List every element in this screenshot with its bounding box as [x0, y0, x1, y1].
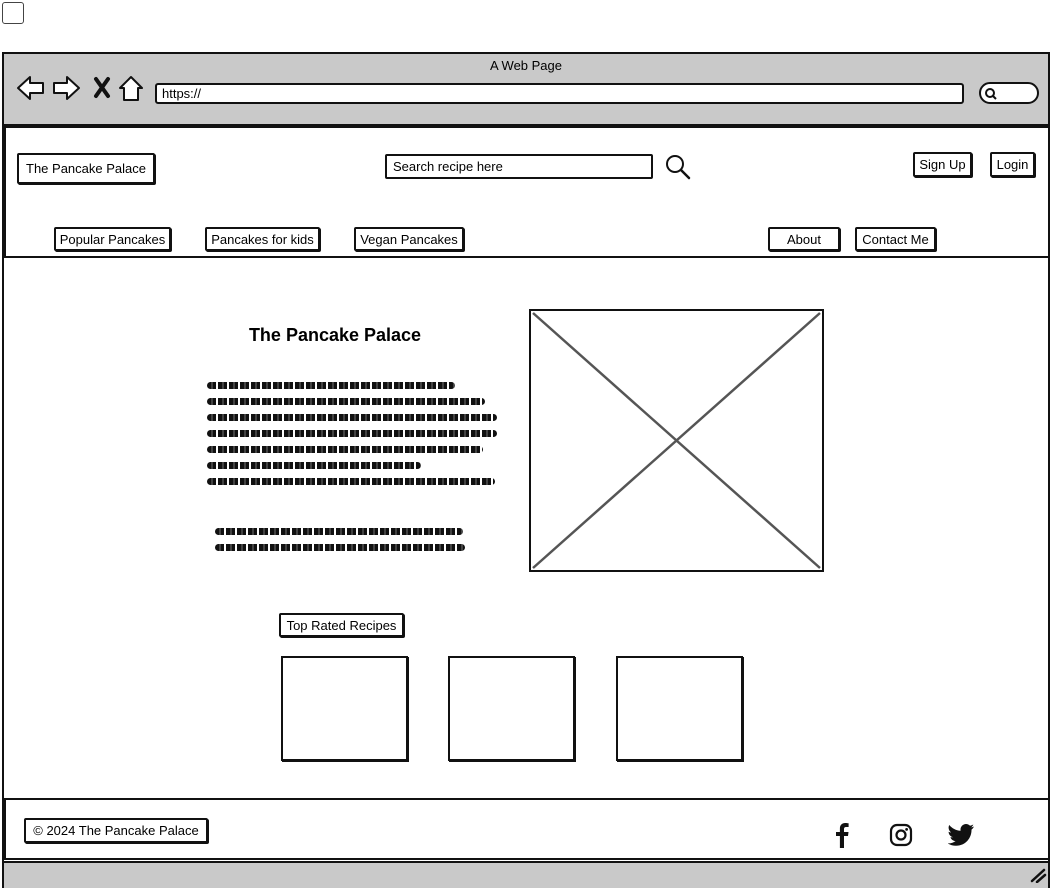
stop-icon[interactable] — [94, 77, 110, 98]
window-title: A Web Page — [489, 58, 563, 73]
corner-checkbox[interactable] — [2, 2, 24, 24]
home-icon[interactable] — [119, 76, 143, 101]
back-icon[interactable] — [17, 76, 44, 100]
url-bar[interactable]: https:// — [155, 83, 964, 104]
browser-search-field[interactable] — [979, 82, 1039, 104]
site-logo[interactable]: The Pancake Palace — [17, 153, 155, 184]
nav-vegan-pancakes[interactable]: Vegan Pancakes — [354, 227, 464, 251]
browser-status-bar — [4, 861, 1048, 888]
recipe-card[interactable] — [281, 656, 408, 761]
nav-popular-pancakes[interactable]: Popular Pancakes — [54, 227, 171, 251]
forward-icon[interactable] — [53, 76, 80, 100]
nav-about[interactable]: About — [768, 227, 840, 251]
recipe-card[interactable] — [616, 656, 743, 761]
recipe-search-input[interactable]: Search recipe here — [385, 154, 653, 179]
resize-grip-icon[interactable] — [1029, 867, 1047, 883]
nav-pancakes-for-kids[interactable]: Pancakes for kids — [205, 227, 320, 251]
hero-image-placeholder — [529, 309, 824, 572]
twitter-icon[interactable] — [948, 823, 976, 847]
login-button[interactable]: Login — [990, 152, 1035, 177]
facebook-icon[interactable] — [832, 821, 852, 849]
nav-contact-me[interactable]: Contact Me — [855, 227, 936, 251]
hero-title: The Pancake Palace — [248, 325, 422, 345]
browser-nav-controls — [17, 76, 143, 101]
top-rated-label: Top Rated Recipes — [279, 613, 404, 637]
recipe-card[interactable] — [448, 656, 575, 761]
search-icon[interactable] — [664, 153, 692, 181]
sign-up-button[interactable]: Sign Up — [913, 152, 972, 177]
search-icon — [985, 88, 997, 100]
copyright-label: © 2024 The Pancake Palace — [24, 818, 208, 843]
instagram-icon[interactable] — [889, 823, 913, 847]
